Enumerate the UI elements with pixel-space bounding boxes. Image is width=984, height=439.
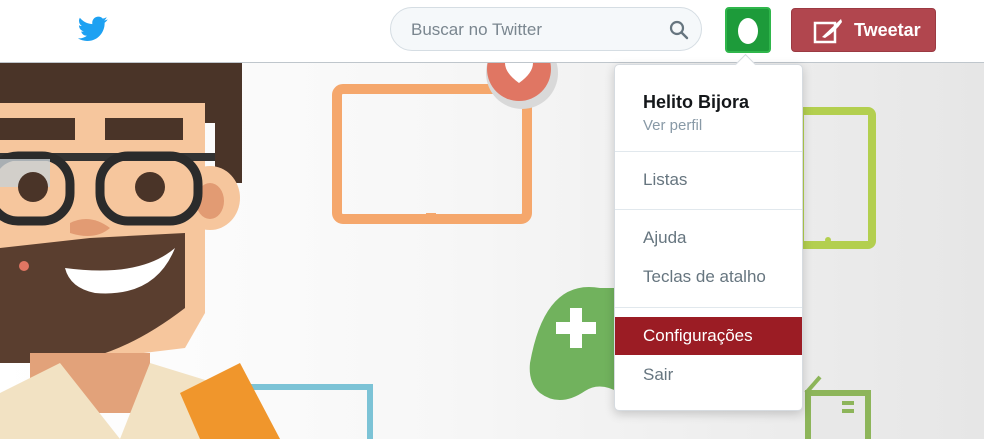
- egg-avatar-icon: [738, 18, 758, 44]
- menu-item-logout[interactable]: Sair: [615, 356, 802, 394]
- menu-divider: [615, 307, 802, 308]
- menu-divider: [615, 209, 802, 210]
- tweet-button-label: Tweetar: [854, 19, 921, 40]
- avatar-button[interactable]: [725, 7, 771, 53]
- user-name: Helito Bijora: [643, 92, 750, 112]
- compose-quill-icon: [813, 19, 842, 44]
- search-box: [390, 7, 702, 51]
- menu-item-lists[interactable]: Listas: [615, 161, 802, 199]
- search-icon[interactable]: [669, 20, 689, 40]
- top-navigation-bar: Tweetar: [0, 0, 984, 63]
- tweet-button[interactable]: Tweetar: [791, 8, 936, 52]
- menu-item-keyboard-shortcuts[interactable]: Teclas de atalho: [615, 258, 802, 296]
- menu-item-help[interactable]: Ajuda: [615, 219, 802, 257]
- search-input[interactable]: [409, 19, 653, 41]
- view-profile-link[interactable]: Ver perfil: [643, 117, 702, 134]
- header-illustration: [0, 63, 984, 439]
- twitter-bird-icon[interactable]: [78, 16, 108, 42]
- illustration-graphic: [0, 63, 876, 439]
- menu-item-settings[interactable]: Configurações: [615, 317, 802, 355]
- menu-divider: [615, 151, 802, 152]
- account-dropdown-menu: Helito Bijora Ver perfil Listas Ajuda Te…: [614, 64, 803, 411]
